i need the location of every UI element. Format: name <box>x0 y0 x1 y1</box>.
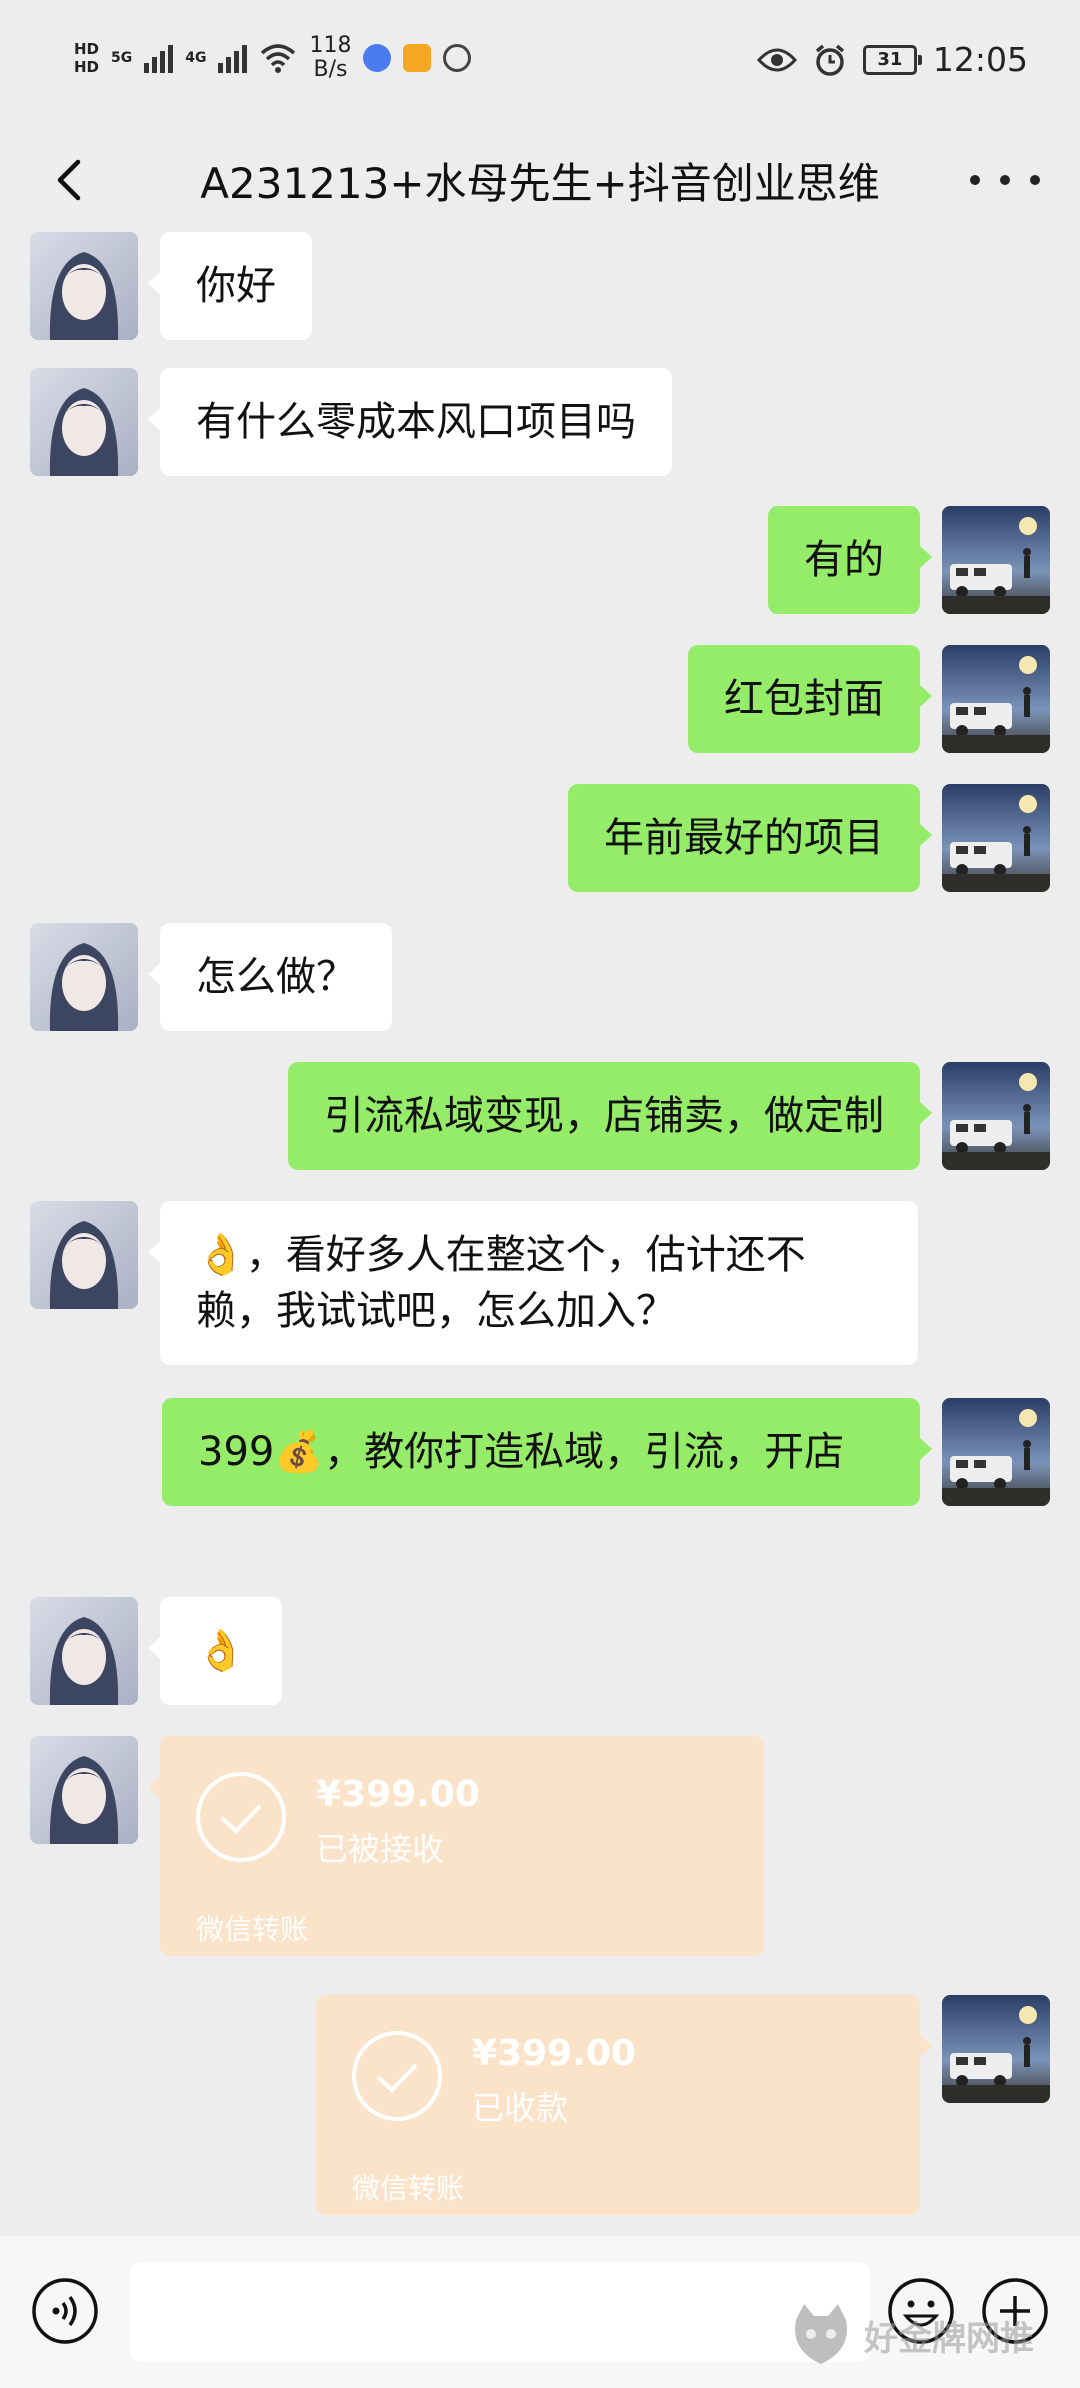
music-app-icon <box>363 44 392 72</box>
message-bubble-incoming[interactable]: 👌，看好多人在整这个，估计还不赖，我试试吧，怎么加入？ <box>148 1201 918 1365</box>
transfer-card[interactable]: ¥399.00 已收款 微信转账 <box>316 1995 932 2215</box>
message-bubble-outgoing[interactable]: 红包封面 <box>688 645 932 753</box>
transfer-amount: ¥399.00 <box>316 1774 480 1815</box>
watermark: 好金牌网推 <box>786 2300 1034 2370</box>
my-avatar[interactable] <box>942 645 1050 753</box>
signal-icon <box>218 43 248 73</box>
message-bubble-outgoing[interactable]: 年前最好的项目 <box>568 784 932 892</box>
hd-indicator: HD HD <box>74 40 100 76</box>
wifi-icon <box>261 44 296 73</box>
message-bubble-outgoing[interactable]: 有的 <box>768 506 932 614</box>
my-avatar[interactable] <box>942 1062 1050 1170</box>
contact-avatar[interactable] <box>30 232 138 340</box>
status-bar: HD HD 5G 4G 118 B/s 31 12:05 <box>0 0 1080 130</box>
transfer-brand: 微信转账 <box>352 2172 465 2205</box>
transfer-amount: ¥399.00 <box>472 2033 636 2074</box>
contact-avatar[interactable] <box>30 1736 138 1844</box>
contact-avatar[interactable] <box>30 923 138 1031</box>
network-speed: 118 B/s <box>309 33 352 82</box>
transfer-status: 已被接收 <box>316 1830 445 1868</box>
signal-icon <box>144 43 174 73</box>
contact-avatar[interactable] <box>30 1201 138 1309</box>
transfer-brand: 微信转账 <box>196 1913 309 1946</box>
check-circle-icon <box>196 1772 286 1862</box>
eye-icon <box>756 48 797 71</box>
transfer-status: 已收款 <box>472 2089 569 2127</box>
my-avatar[interactable] <box>942 1995 1050 2103</box>
my-avatar[interactable] <box>942 784 1050 892</box>
network-4g-label: 4G <box>185 50 207 66</box>
message-bubble-incoming[interactable]: 你好 <box>148 232 312 340</box>
hand-app-icon <box>443 44 472 72</box>
back-icon[interactable] <box>40 150 100 210</box>
battery-icon: 31 <box>862 44 922 75</box>
contact-avatar[interactable] <box>30 1597 138 1705</box>
chat-header: A231213+水母先生+抖音创业思维 <box>0 130 1080 230</box>
more-options-icon[interactable] <box>970 160 1040 200</box>
message-bubble-outgoing[interactable]: 399💰，教你打造私域，引流，开店 <box>162 1398 932 1506</box>
chat-title: A231213+水母先生+抖音创业思维 <box>200 158 880 208</box>
video-app-icon <box>403 44 432 72</box>
voice-input-icon[interactable] <box>30 2276 100 2346</box>
message-bubble-incoming[interactable]: 怎么做？ <box>148 923 392 1031</box>
alarm-icon <box>815 44 845 76</box>
my-avatar[interactable] <box>942 506 1050 614</box>
transfer-card[interactable]: ¥399.00 已被接收 微信转账 <box>148 1736 764 1956</box>
clock: 12:05 <box>932 40 1028 79</box>
check-circle-icon <box>352 2031 442 2121</box>
message-input[interactable] <box>130 2262 870 2362</box>
message-bubble-incoming[interactable]: 有什么零成本风口项目吗 <box>148 368 672 476</box>
network-5g-label: 5G <box>111 50 133 66</box>
contact-avatar[interactable] <box>30 368 138 476</box>
my-avatar[interactable] <box>942 1398 1050 1506</box>
cat-logo-icon <box>795 2304 847 2364</box>
message-bubble-outgoing[interactable]: 引流私域变现，店铺卖，做定制 <box>288 1062 932 1170</box>
message-bubble-incoming[interactable]: 👌 <box>148 1597 282 1705</box>
